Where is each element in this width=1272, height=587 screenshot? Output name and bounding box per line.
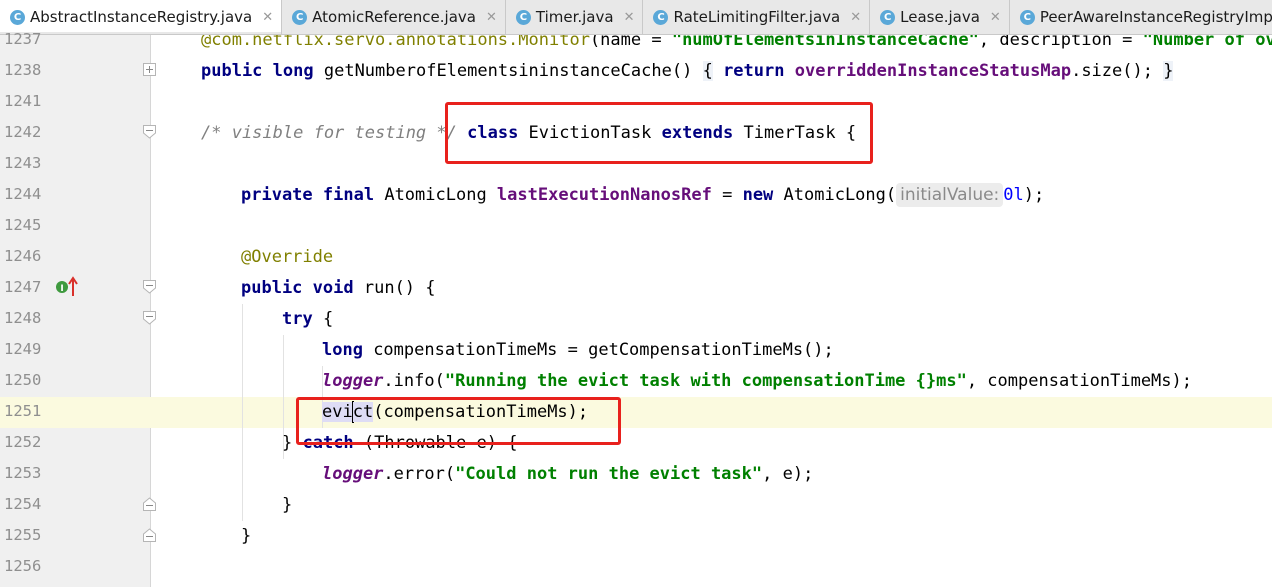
line-number: 1252 xyxy=(4,433,42,451)
line-number: 1250 xyxy=(4,371,42,389)
line-number: 1249 xyxy=(4,340,42,358)
gutter-line: 1252 xyxy=(0,428,151,459)
gutter-line: 1250 xyxy=(0,366,151,397)
code-line-1244: private final AtomicLong lastExecutionNa… xyxy=(241,183,1045,207)
tab-label: Lease.java xyxy=(900,8,980,26)
gutter-line: 1255 xyxy=(0,521,156,552)
line-number: 1256 xyxy=(4,557,42,575)
code-editor[interactable]: @com.netflix.servo.annotations.Monitor(n… xyxy=(151,35,1272,587)
line-number: 1245 xyxy=(4,216,42,234)
line-number: 1242 xyxy=(4,123,42,141)
gutter-line: 1247 I xyxy=(0,273,156,304)
gutter-line: 1243 xyxy=(0,149,151,180)
tab-label: Timer.java xyxy=(535,8,614,26)
line-number: 1254 xyxy=(4,495,42,513)
class-icon: C xyxy=(880,9,896,25)
parameter-hint: initialValue: xyxy=(896,183,1004,207)
close-icon[interactable]: ✕ xyxy=(850,10,861,25)
annotation-highlight-box xyxy=(445,102,873,164)
close-icon[interactable]: ✕ xyxy=(486,10,497,25)
code-line-1249: long compensationTimeMs = getCompensatio… xyxy=(322,340,834,360)
code-line-1237: @com.netflix.servo.annotations.Monitor(n… xyxy=(201,35,1272,50)
editor-tab-bar: C AbstractInstanceRegistry.java ✕ C Atom… xyxy=(0,0,1272,35)
class-icon: C xyxy=(653,9,669,25)
gutter-line: 1244 xyxy=(0,180,151,211)
close-icon[interactable]: ✕ xyxy=(262,10,273,25)
code-line-1254: } xyxy=(282,495,293,515)
class-icon: C xyxy=(1019,9,1035,25)
line-number: 1247 xyxy=(4,278,42,296)
tab-label: AtomicReference.java xyxy=(312,8,476,26)
code-line-1253: logger.error("Could not run the evict ta… xyxy=(322,464,814,484)
implementing-method-icon[interactable]: I xyxy=(55,276,79,298)
line-number: 1251 xyxy=(4,402,42,420)
gutter-line: 1254 xyxy=(0,490,156,521)
line-number: 1238 xyxy=(4,61,42,79)
gutter-line: 1249 xyxy=(0,335,151,366)
gutter-line: 1248 xyxy=(0,304,156,335)
close-icon[interactable]: ✕ xyxy=(624,10,635,25)
gutter-line-current: 1251 xyxy=(0,397,151,428)
indent-guide xyxy=(242,304,243,521)
line-number: 1243 xyxy=(4,154,42,172)
code-line-1255: } xyxy=(241,526,252,546)
code-line-1238: public long getNumberofElementsininstanc… xyxy=(201,61,1174,81)
line-number: 1246 xyxy=(4,247,42,265)
code-line-1248: try { xyxy=(282,309,334,329)
tab-atomicreference[interactable]: C AtomicReference.java ✕ xyxy=(282,0,506,34)
tab-label: RateLimitingFilter.java xyxy=(673,8,841,26)
close-icon[interactable]: ✕ xyxy=(990,10,1001,25)
tab-ratelimitingfilter[interactable]: C RateLimitingFilter.java ✕ xyxy=(643,0,871,34)
tab-lease[interactable]: C Lease.java ✕ xyxy=(870,0,1010,34)
gutter-line: 1238 xyxy=(0,56,156,87)
line-number: 1237 xyxy=(4,30,42,48)
editor-gutter: 1237 1238 1241 1242 1243 1244 1245 1246 … xyxy=(0,30,156,587)
class-icon: C xyxy=(292,9,308,25)
line-number: 1255 xyxy=(4,526,42,544)
code-line-1250: logger.info("Running the evict task with… xyxy=(322,371,1192,391)
svg-text:I: I xyxy=(60,284,63,294)
gutter-line: 1237 xyxy=(0,25,151,56)
line-number: 1248 xyxy=(4,309,42,327)
line-number: 1244 xyxy=(4,185,42,203)
gutter-line: 1241 xyxy=(0,87,151,118)
gutter-line: 1246 xyxy=(0,242,151,273)
class-icon: C xyxy=(515,9,531,25)
tab-peerawareinstanceregistryimpl[interactable]: C PeerAwareInstanceRegistryImpl.java xyxy=(1010,0,1272,34)
gutter-line: 1242 xyxy=(0,118,156,149)
code-line-1246: @Override xyxy=(241,247,334,267)
class-icon: C xyxy=(10,9,25,25)
gutter-line: 1245 xyxy=(0,211,151,242)
tab-label: AbstractInstanceRegistry.java xyxy=(30,8,253,26)
tab-label: PeerAwareInstanceRegistryImpl.java xyxy=(1039,8,1272,26)
gutter-line: 1256 xyxy=(0,552,151,583)
tab-timer[interactable]: C Timer.java ✕ xyxy=(506,0,644,34)
line-number: 1241 xyxy=(4,92,42,110)
line-number: 1253 xyxy=(4,464,42,482)
gutter-line: 1253 xyxy=(0,459,151,490)
code-line-1247: public void run() { xyxy=(241,278,436,298)
annotation-highlight-box xyxy=(296,397,621,445)
